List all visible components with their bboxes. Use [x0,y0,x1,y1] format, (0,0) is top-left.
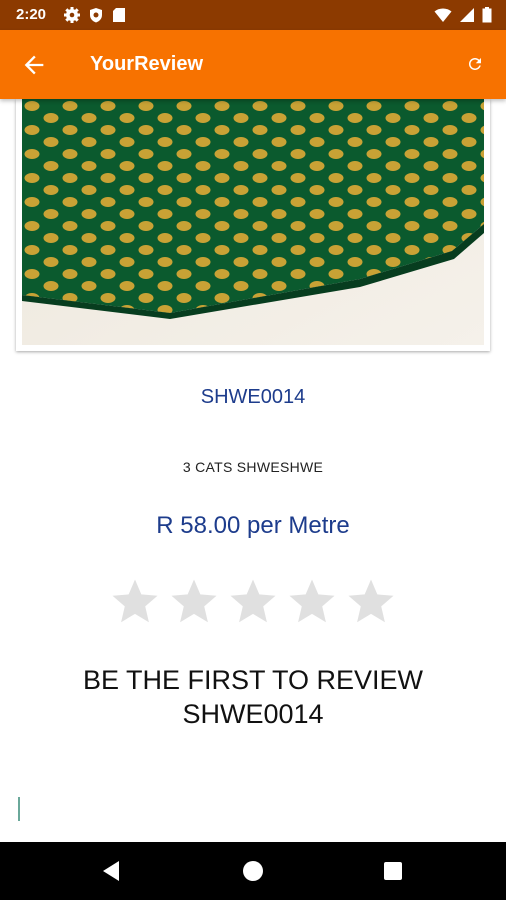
review-prompt: BE THE FIRST TO REVIEW SHWE0014 [40,663,466,731]
product-price: R 58.00 per Metre [156,512,350,539]
arrow-back-icon[interactable] [20,51,48,79]
product-code: SHWE0014 [200,386,306,408]
shield-icon [90,8,102,23]
product-name: 3 CATS SHWESHWE [182,459,324,475]
status-left-icons [64,7,126,23]
star-icon[interactable] [167,575,221,629]
star-icon[interactable] [108,575,162,629]
back-triangle-icon[interactable] [100,859,124,883]
star-icon[interactable] [285,575,339,629]
review-prompt-line2: SHWE0014 [182,699,324,729]
signal-icon [460,8,474,22]
star-icon[interactable] [344,575,398,629]
home-circle-icon[interactable] [241,859,265,883]
wifi-icon [434,8,452,22]
review-input[interactable] [16,790,494,832]
text-cursor [18,797,20,821]
recents-square-icon[interactable] [381,859,405,883]
refresh-icon[interactable] [466,55,484,73]
star-icon[interactable] [226,575,280,629]
gear-icon [64,7,80,23]
system-nav-bar [0,842,506,900]
status-time: 2:20 [16,6,47,23]
rating-bar[interactable] [108,575,398,629]
status-right-icons [434,7,492,23]
product-image [22,99,484,345]
product-image-card [16,99,490,351]
review-prompt-line1: BE THE FIRST TO REVIEW [82,665,424,695]
app-bar: YourReview [0,30,506,99]
battery-icon [482,7,492,23]
page-title: YourReview [90,53,203,75]
status-bar: 2:20 [0,0,506,30]
sd-card-icon [113,8,125,22]
